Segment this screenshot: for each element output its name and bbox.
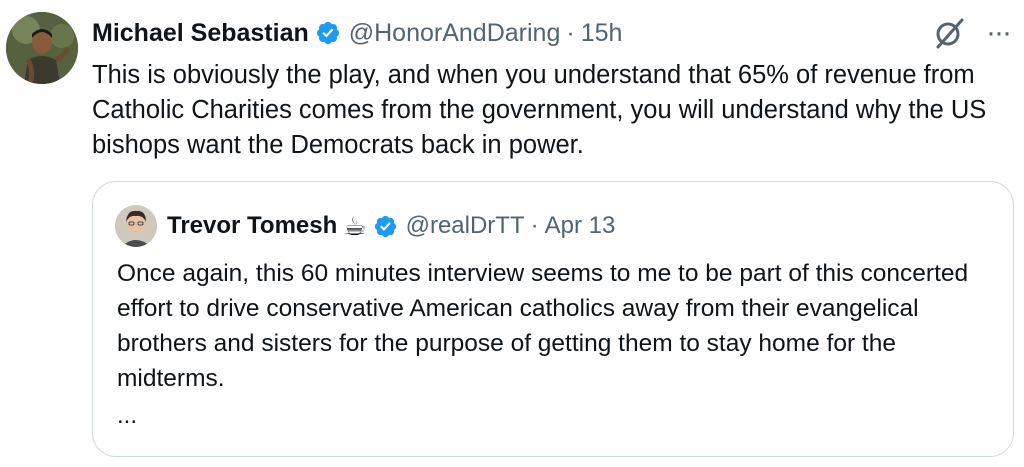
- verified-badge-icon[interactable]: [315, 20, 341, 46]
- author-avatar[interactable]: [6, 12, 78, 84]
- quoted-author-handle[interactable]: @realDrTT: [406, 212, 525, 240]
- header-separator: ·: [566, 18, 575, 47]
- grok-slash-icon[interactable]: [932, 16, 966, 50]
- tweet[interactable]: Michael Sebastian @HonorAndDaring · 15h …: [0, 0, 1024, 467]
- quoted-tweet-text: Once again, this 60 minutes interview se…: [117, 260, 969, 392]
- quoted-tweet-card[interactable]: Trevor Tomesh ☕ @realDrTT · Apr 13 Once …: [92, 181, 1014, 457]
- quoted-tweet-header: Trevor Tomesh ☕ @realDrTT · Apr 13: [167, 206, 615, 246]
- tweet-header: Michael Sebastian @HonorAndDaring · 15h: [92, 14, 622, 52]
- quoted-author-avatar[interactable]: [115, 205, 157, 247]
- tweet-text: This is obviously the play, and when you…: [92, 61, 987, 159]
- author-handle[interactable]: @HonorAndDaring: [349, 19, 561, 48]
- quoted-avatar-photo-icon: [115, 205, 157, 247]
- tweet-timestamp[interactable]: 15h: [581, 19, 623, 48]
- quoted-header-separator: ·: [530, 212, 539, 239]
- quoted-tweet-ellipsis: ...: [117, 402, 138, 429]
- more-horizontal-icon[interactable]: ···: [986, 18, 1012, 48]
- avatar-photo-icon: [6, 12, 78, 84]
- quoted-tweet-date[interactable]: Apr 13: [545, 212, 616, 240]
- quoted-author-display-name[interactable]: Trevor Tomesh: [167, 212, 337, 240]
- quoted-verified-badge-icon[interactable]: [373, 214, 398, 239]
- author-display-name[interactable]: Michael Sebastian: [92, 19, 309, 48]
- coffee-emoji-icon: ☕: [343, 211, 367, 241]
- tweet-actions-top: ···: [932, 16, 1012, 50]
